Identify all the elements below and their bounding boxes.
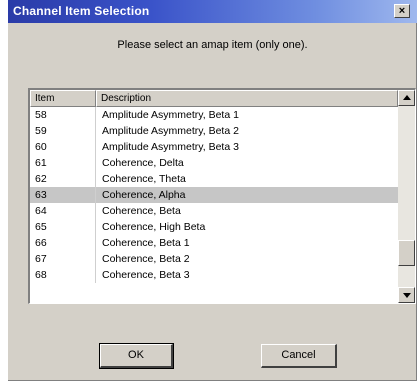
row-item-number: 66 (30, 235, 96, 251)
close-icon: × (398, 5, 406, 17)
list-row[interactable]: 58 Amplitude Asymmetry, Beta 1 (30, 107, 398, 123)
row-description: Amplitude Asymmetry, Beta 3 (102, 141, 239, 153)
list-row[interactable]: 65 Coherence, High Beta (30, 219, 398, 235)
scroll-up-button[interactable] (398, 90, 415, 106)
close-button[interactable]: × (394, 4, 410, 18)
list-row[interactable]: 60 Amplitude Asymmetry, Beta 3 (30, 139, 398, 155)
column-header-item[interactable]: Item (30, 90, 96, 107)
row-description: Coherence, Beta 1 (102, 237, 190, 249)
row-description: Coherence, Alpha (102, 189, 186, 201)
row-item-number: 59 (30, 123, 96, 139)
row-item-number: 60 (30, 139, 96, 155)
window-title: Channel Item Selection (13, 4, 150, 18)
row-item-number: 61 (30, 155, 96, 171)
title-bar[interactable]: Channel Item Selection × (8, 0, 417, 23)
list-row[interactable]: 61 Coherence, Delta (30, 155, 398, 171)
ok-button[interactable]: OK (99, 343, 174, 369)
list-row[interactable]: 66 Coherence, Beta 1 (30, 235, 398, 251)
row-description: Coherence, Beta 3 (102, 269, 190, 281)
row-item-number: 68 (30, 267, 96, 283)
list-row[interactable]: 64 Coherence, Beta (30, 203, 398, 219)
list-row[interactable]: 59 Amplitude Asymmetry, Beta 2 (30, 123, 398, 139)
scroll-thumb[interactable] (398, 240, 415, 266)
instruction-text: Please select an amap item (only one). (117, 39, 308, 51)
cancel-button[interactable]: Cancel (261, 344, 337, 368)
row-description: Coherence, Delta (102, 157, 184, 169)
row-item-number: 58 (30, 107, 96, 123)
row-description: Amplitude Asymmetry, Beta 2 (102, 125, 239, 137)
row-description: Coherence, Beta 2 (102, 253, 190, 265)
list-rows: 58 Amplitude Asymmetry, Beta 1 59 Amplitude… (30, 107, 398, 283)
triangle-up-icon (403, 95, 411, 100)
list-row[interactable]: 62 Coherence, Theta (30, 171, 398, 187)
list-row[interactable]: 68 Coherence, Beta 3 (30, 267, 398, 283)
triangle-down-icon (403, 293, 411, 298)
vertical-scrollbar[interactable] (398, 90, 415, 303)
item-list[interactable]: Item Description 58 Amplitude Asymmetry, … (28, 88, 416, 304)
row-item-number: 64 (30, 203, 96, 219)
row-description: Coherence, Theta (102, 173, 186, 185)
row-item-number: 65 (30, 219, 96, 235)
row-description: Coherence, Beta (102, 205, 181, 217)
scroll-down-button[interactable] (398, 287, 415, 303)
row-item-number: 63 (30, 187, 96, 203)
row-item-number: 62 (30, 171, 96, 187)
row-item-number: 67 (30, 251, 96, 267)
list-row[interactable]: 67 Coherence, Beta 2 (30, 251, 398, 267)
list-header: Item Description (30, 90, 398, 107)
column-header-description[interactable]: Description (96, 90, 398, 107)
channel-item-selection-dialog: Channel Item Selection × Please select a… (8, 0, 417, 381)
row-description: Coherence, High Beta (102, 221, 206, 233)
list-row[interactable]: 63 Coherence, Alpha (30, 187, 398, 203)
row-description: Amplitude Asymmetry, Beta 1 (102, 109, 239, 121)
